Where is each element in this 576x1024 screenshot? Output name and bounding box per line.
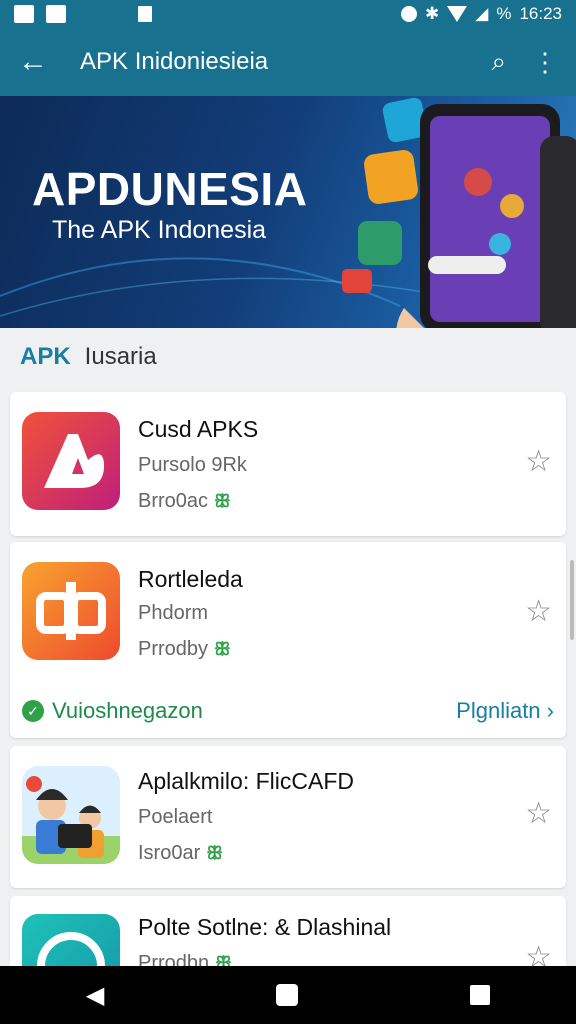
status-bar: ✱ ◢ % 16:23 [0, 0, 576, 28]
app-name: Cusd APKS [138, 416, 259, 442]
more-vert-icon[interactable]: ⋮ [532, 47, 558, 78]
app-meta-row: Isro0ar ꕥ [138, 842, 223, 865]
app-card[interactable]: Rortleleda Phdorm Prrodby ꕥ ☆ ✓ Vuioshneg… [10, 542, 566, 738]
star-outline-icon[interactable]: ☆ [525, 796, 552, 831]
status-notifications [14, 5, 152, 23]
app-meta: Prrodby [138, 638, 209, 660]
app-illustration-icon [22, 776, 120, 864]
phone-illustration [396, 104, 576, 328]
nav-home-icon[interactable] [276, 984, 299, 1006]
banner-title: APDUNESIA [32, 163, 308, 215]
nav-recents-icon[interactable] [470, 985, 491, 1005]
app-logo-icon [44, 434, 104, 488]
app-icon [22, 562, 120, 660]
battery-text: % [496, 4, 512, 23]
app-name: Rortleleda [138, 566, 243, 592]
app-bar: ← APK Inidoniesieia ⌕ ⋮ [0, 28, 576, 96]
nav-back-icon[interactable]: ◀ [86, 981, 104, 1010]
app-meta: Isro0ar [138, 842, 201, 864]
leaf-icon: ꕥ [214, 491, 231, 511]
app-icon [22, 412, 120, 510]
check-circle-icon: ✓ [22, 700, 44, 722]
banner-subtitle: The APK Indonesia [52, 216, 267, 244]
status-time: 16:23 [519, 4, 562, 23]
app-meta-row: Brro0ac ꕥ [138, 490, 231, 513]
leaf-icon: ꕥ [206, 843, 223, 863]
app-developer: Pursolo 9Rk [138, 454, 247, 476]
app-icon [22, 766, 120, 864]
app-developer: Poelaert [138, 806, 213, 828]
signal-icon: ◢ [475, 4, 489, 23]
system-nav-bar: ◀ [0, 966, 576, 1024]
section-header: APK Iusaria [0, 328, 576, 386]
alarm-icon [401, 6, 417, 22]
star-outline-icon[interactable]: ☆ [525, 444, 552, 479]
verified-row: ✓ Vuioshnegazon Plgnliatn › [10, 688, 566, 734]
leaf-icon: ꕥ [214, 639, 231, 659]
section-label-primary: APK [20, 343, 71, 370]
photo-notification-icon [46, 5, 66, 23]
notification-icon [14, 5, 34, 23]
app-meta: Brro0ac [138, 490, 209, 512]
scrollbar-thumb[interactable] [570, 560, 574, 640]
search-icon[interactable]: ⌕ [491, 46, 506, 78]
app-meta-row: Prrodby ꕥ [138, 638, 231, 661]
app-name: Polte Sotlne: & Dlashinal [138, 914, 392, 940]
page-title: APK Inidoniesieia [80, 48, 269, 75]
status-system: ✱ ◢ % 16:23 [401, 4, 562, 24]
star-outline-icon[interactable]: ☆ [525, 594, 552, 629]
see-more-link[interactable]: Plgnliatn › [456, 698, 554, 724]
verified-text: Vuioshnegazon [52, 698, 203, 723]
app-bar-actions: ⌕ ⋮ [491, 46, 558, 78]
floating-app-icons [342, 97, 428, 293]
app-logo-icon [36, 582, 106, 640]
wifi-icon [447, 6, 468, 22]
app-name: Aplalkmilo: FlicCAFD [138, 768, 354, 794]
app-card[interactable]: Aplalkmilo: FlicCAFD Poelaert Isro0ar ꕥ ☆ [10, 746, 566, 888]
bluetooth-icon: ✱ [425, 4, 440, 23]
app-card[interactable]: Cusd APKS Pursolo 9Rk Brro0ac ꕥ ☆ [10, 392, 566, 536]
promo-banner[interactable]: APDUNESIA The APK Indonesia [0, 96, 576, 328]
app-card[interactable]: Polte Sotlne: & Dlashinal Prrodbn ꕥ ☆ [10, 896, 566, 976]
app-developer: Phdorm [138, 602, 209, 624]
section-label-secondary: Iusaria [84, 343, 157, 370]
file-notification-icon [138, 6, 152, 22]
back-arrow-icon[interactable]: ← [18, 47, 58, 77]
